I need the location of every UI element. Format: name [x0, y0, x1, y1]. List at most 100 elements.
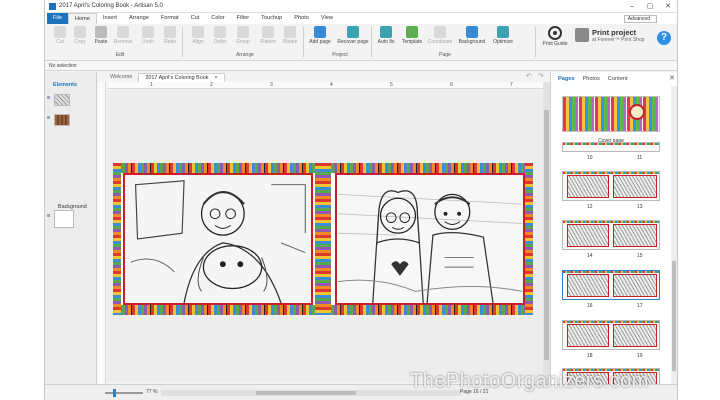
background-thumbnail[interactable]	[54, 210, 74, 228]
tab-cut[interactable]: Cut	[185, 13, 206, 24]
tab-filter[interactable]: Filter	[231, 13, 255, 24]
minimize-button[interactable]: –	[623, 3, 641, 10]
crayon-border-left	[113, 163, 121, 315]
background-button[interactable]: Background	[457, 26, 487, 45]
rotate-icon	[284, 26, 296, 38]
thumb-border	[563, 221, 659, 223]
scroll-thumb[interactable]	[256, 391, 356, 395]
ruler-number: 5	[390, 82, 393, 88]
close-tab-icon[interactable]: ×	[214, 75, 217, 81]
tab-color[interactable]: Color	[205, 13, 230, 24]
coordinate-button[interactable]: Coordinate	[425, 26, 455, 45]
canvas-vertical-scrollbar[interactable]	[543, 82, 550, 384]
tab-photos[interactable]: Photos	[578, 76, 603, 82]
element-thumbnail[interactable]	[54, 114, 70, 126]
ruler-number: 1	[150, 82, 153, 88]
rotate-button[interactable]: Rotate	[277, 26, 303, 45]
thumb-border	[563, 271, 659, 273]
maximize-button[interactable]: ▢	[641, 2, 659, 10]
page-spread[interactable]	[113, 163, 533, 315]
remove-button[interactable]: Remove	[110, 26, 136, 45]
recover-page-button[interactable]: Recover page	[337, 26, 369, 45]
page-number: 12	[587, 204, 593, 210]
tab-view[interactable]: View	[315, 13, 339, 24]
close-panel-icon[interactable]: ✕	[669, 74, 675, 82]
zoom-slider-handle[interactable]	[113, 389, 116, 397]
page-thumbnail[interactable]	[562, 171, 660, 201]
optimize-button[interactable]: Optimize	[489, 26, 517, 45]
tab-file[interactable]: File	[47, 13, 69, 24]
page-number: 10	[587, 155, 593, 161]
page-thumbnail[interactable]	[562, 142, 660, 152]
tab-document[interactable]: 2017 April's Coloring Book ×	[138, 73, 225, 82]
auto-fix-button[interactable]: Auto fix	[373, 26, 399, 45]
tab-arrange[interactable]: Arrange	[123, 13, 155, 24]
group-button[interactable]: Group	[230, 26, 256, 45]
page-number: 13	[637, 204, 643, 210]
optimize-icon	[497, 26, 509, 38]
photo-frame-left[interactable]	[123, 173, 313, 305]
page-number: 15	[637, 253, 643, 259]
selection-info: No selection	[45, 61, 677, 71]
template-icon	[406, 26, 418, 38]
group-label-edit: Edit	[115, 52, 125, 58]
watermark-text: ThePhotoOrganizers.com	[410, 370, 649, 392]
thumb-photo	[567, 274, 609, 297]
target-icon	[548, 26, 562, 40]
cover-page-thumbnail[interactable]	[562, 96, 660, 132]
thumb-photo	[613, 224, 657, 247]
template-button[interactable]: Template	[397, 26, 427, 45]
vertical-ruler	[98, 82, 106, 384]
element-thumbnail[interactable]	[54, 94, 70, 106]
tab-elements[interactable]: Elements	[45, 72, 96, 88]
tab-pages[interactable]: Pages	[554, 76, 578, 82]
print-project-button[interactable]: Print project at Forever™ Print Shop	[575, 28, 645, 43]
recover-page-icon	[347, 26, 359, 38]
tab-home[interactable]: Home	[68, 13, 97, 24]
crayon-border-right	[525, 163, 533, 315]
help-button[interactable]: ?	[657, 31, 671, 45]
page-thumbnail[interactable]	[562, 220, 660, 250]
scroll-thumb[interactable]	[672, 261, 676, 371]
sketch-photo-left	[125, 175, 311, 303]
tab-touchup[interactable]: Touchup	[255, 13, 288, 24]
thumb-photo	[567, 324, 609, 347]
pages-scrollbar[interactable]	[671, 86, 677, 399]
zoom-level: 77 %	[146, 389, 158, 395]
ruler-number: 7	[510, 82, 513, 88]
page-thumbnail-selected[interactable]	[562, 270, 660, 300]
tab-format[interactable]: Format	[155, 13, 185, 24]
print-guide-button[interactable]: Print Guide	[540, 26, 570, 47]
page-number: 19	[637, 353, 643, 359]
scroll-thumb[interactable]	[544, 110, 549, 360]
redo-nav-icon[interactable]: ↷	[538, 72, 544, 82]
coordinate-icon	[434, 26, 446, 38]
mode-dropdown[interactable]: Advanced	[623, 14, 657, 23]
group-label-project: Project	[332, 52, 348, 58]
photo-frame-right[interactable]	[335, 173, 525, 305]
flatten-icon	[262, 26, 274, 38]
ribbon-tab-bar: File Home Insert Arrange Format Cut Colo…	[45, 13, 677, 24]
page-number: 11	[637, 155, 643, 161]
undo-nav-icon[interactable]: ↶	[526, 72, 532, 82]
pages-panel-tabs: Pages Photos Content	[551, 72, 677, 85]
thumb-photo	[613, 274, 657, 297]
tab-welcome[interactable]: Welcome	[104, 73, 138, 82]
ribbon: Cut Copy Paste Remove Undo Redo Edit Ali…	[45, 24, 677, 61]
document-tab-label: 2017 April's Coloring Book	[145, 75, 209, 81]
page-number: 17	[637, 303, 643, 309]
thumb-border	[563, 143, 659, 145]
sketch-photo-right	[337, 175, 523, 303]
page-thumbnail[interactable]	[562, 320, 660, 350]
tab-insert[interactable]: Insert	[97, 13, 123, 24]
zoom-slider-track[interactable]	[105, 392, 143, 394]
tab-photo[interactable]: Photo	[288, 13, 315, 24]
close-window-button[interactable]: ✕	[659, 2, 677, 10]
document-tab-bar: Welcome 2017 April's Coloring Book ×	[98, 72, 543, 82]
add-page-button[interactable]: Add page	[307, 26, 333, 45]
tab-content[interactable]: Content	[604, 76, 632, 82]
artisan-window: 2017 April's Coloring Book - Artisan 5.0…	[44, 0, 678, 400]
redo-button[interactable]: Redo	[157, 26, 183, 45]
add-page-icon	[314, 26, 326, 38]
order-icon	[214, 26, 226, 38]
